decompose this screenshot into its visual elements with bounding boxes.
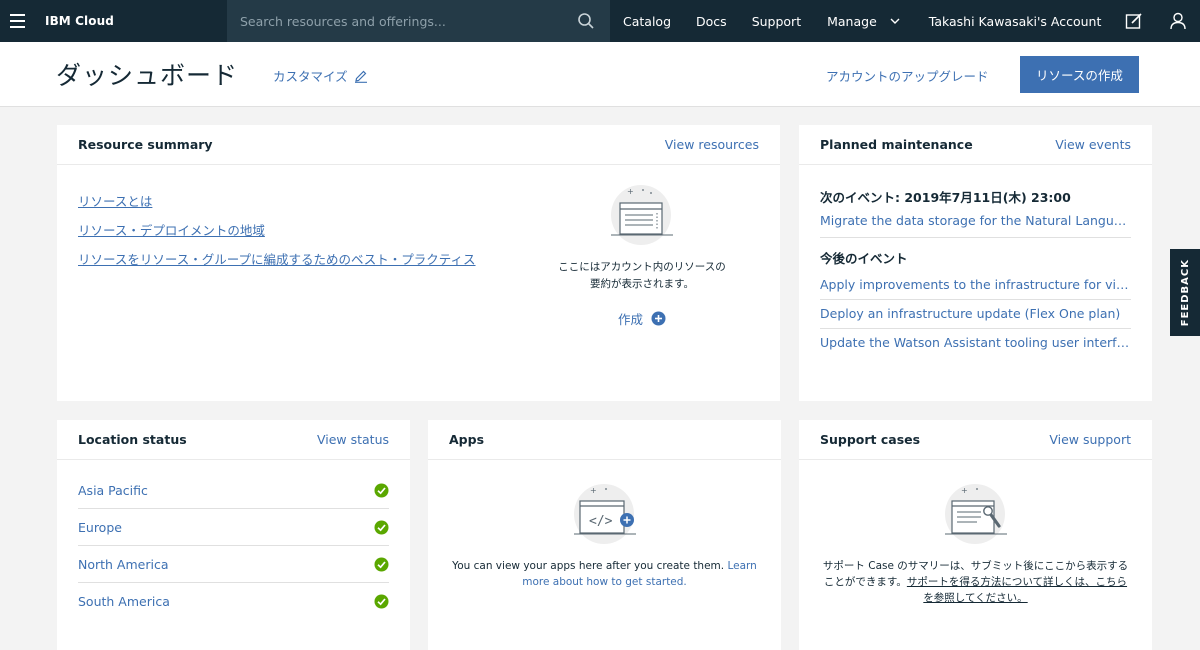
support-info-link[interactable]: サポートを得る方法について詳しくは、こちらを参照してください。	[907, 576, 1127, 604]
view-support-link[interactable]: View support	[1049, 432, 1131, 447]
apps-empty-state: </> + You can view your apps here after …	[448, 482, 761, 590]
checkmark-icon	[374, 483, 389, 497]
page-title: ダッシュボード	[56, 61, 239, 90]
nav-manage-label: Manage	[827, 13, 877, 29]
support-empty-state: + サポート Case のサマリーは、サブミット後にここから表示することができま…	[819, 482, 1132, 606]
svg-text:+: +	[590, 486, 597, 495]
next-event-item: Migrate the data storage for the Natural…	[820, 213, 1131, 238]
upcoming-events-heading: 今後のイベント	[820, 251, 908, 266]
apps-desc-text: You can view your apps here after you cr…	[452, 560, 728, 572]
location-row: South America	[78, 583, 389, 620]
location-status-card: Location status View status Asia Pacific…	[57, 420, 410, 650]
event-link[interactable]: Update the Watson Assistant tooling user…	[820, 335, 1130, 350]
checkmark-icon	[374, 520, 389, 534]
add-circle-icon	[651, 311, 666, 326]
upcoming-event-item: Deploy an infrastructure update (Flex On…	[820, 300, 1131, 329]
page-header: ダッシュボード カスタマイズ アカウントのアップグレード リソースの作成	[0, 42, 1200, 107]
location-list: Asia Pacific Europe North America South …	[57, 472, 410, 620]
resource-list-illustration-icon: +	[611, 185, 673, 245]
resource-link[interactable]: リソース・デプロイメントの地域	[78, 220, 476, 239]
resource-empty-state: + ここにはアカウント内のリソースの 要約が表示されます。 作成	[537, 183, 747, 328]
resource-link[interactable]: リソースとは	[78, 191, 476, 210]
nav-support[interactable]: Support	[752, 14, 801, 29]
resource-links: リソースとは リソース・デプロイメントの地域 リソースをリソース・グループに編成…	[78, 191, 476, 278]
view-resources-link[interactable]: View resources	[665, 137, 759, 152]
customize-link[interactable]: カスタマイズ	[273, 66, 368, 85]
nav-catalog[interactable]: Catalog	[623, 14, 671, 29]
view-events-link[interactable]: View events	[1055, 137, 1131, 152]
wrench-illustration-icon: +	[944, 484, 1007, 544]
create-link[interactable]: 作成	[618, 309, 666, 328]
user-icon[interactable]	[1168, 11, 1188, 31]
location-link[interactable]: North America	[78, 557, 169, 572]
checkmark-icon	[374, 594, 389, 609]
card-title: Apps	[449, 432, 485, 447]
svg-text:+: +	[961, 486, 968, 495]
support-description: サポート Case のサマリーは、サブミット後にここから表示することができます。…	[819, 558, 1132, 606]
checkmark-icon	[374, 557, 389, 571]
svg-text:+: +	[627, 187, 634, 196]
pencil-icon	[354, 70, 367, 83]
svg-text:</>: </>	[589, 514, 613, 529]
create-resource-button[interactable]: リソースの作成	[1020, 56, 1139, 93]
upcoming-event-item: Update the Watson Assistant tooling user…	[820, 329, 1131, 357]
top-nav: IBM Cloud Search resources and offerings…	[0, 0, 1200, 42]
chevron-down-icon	[890, 18, 900, 24]
maintenance-body: 次のイベント: 2019年7月11日(木) 23:00 Migrate the …	[799, 187, 1152, 357]
next-event-heading: 次のイベント: 2019年7月11日(木) 23:00	[820, 190, 1071, 205]
account-switcher[interactable]: Takashi Kawasaki's Account	[929, 14, 1102, 29]
nav-manage[interactable]: Manage	[827, 14, 901, 29]
customize-label: カスタマイズ	[273, 69, 348, 84]
empty-description: 要約が表示されます。	[590, 278, 694, 290]
location-row: Asia Pacific	[78, 472, 389, 509]
search-input[interactable]: Search resources and offerings...	[240, 14, 446, 29]
card-title: Location status	[78, 432, 187, 447]
planned-maintenance-card: Planned maintenance View events 次のイベント: …	[799, 125, 1152, 401]
location-row: Europe	[78, 509, 389, 546]
hamburger-menu-icon[interactable]	[2, 0, 32, 42]
search-icon[interactable]	[577, 12, 595, 30]
nav-docs[interactable]: Docs	[696, 14, 727, 29]
code-illustration-icon: </> +	[573, 484, 636, 544]
location-link[interactable]: South America	[78, 594, 170, 609]
apps-description: You can view your apps here after you cr…	[448, 558, 761, 590]
card-title: Planned maintenance	[820, 137, 973, 152]
view-status-link[interactable]: View status	[317, 432, 389, 447]
event-link[interactable]: Apply improvements to the infrastructure…	[820, 277, 1130, 292]
brand-logo[interactable]: IBM Cloud	[45, 14, 227, 28]
apps-card: Apps </> + You can view your apps here a…	[428, 420, 781, 650]
card-header: Location status View status	[57, 420, 410, 460]
upgrade-account-link[interactable]: アカウントのアップグレード	[826, 66, 989, 85]
event-link[interactable]: Deploy an infrastructure update (Flex On…	[820, 306, 1130, 321]
card-header: Planned maintenance View events	[799, 125, 1152, 165]
card-title: Support cases	[820, 432, 921, 447]
card-header: Resource summary View resources	[57, 125, 780, 165]
search-bar[interactable]: Search resources and offerings...	[227, 0, 610, 42]
resource-link[interactable]: リソースをリソース・グループに編成するためのベスト・プラクティス	[78, 249, 476, 268]
location-link[interactable]: Asia Pacific	[78, 483, 148, 498]
empty-description: ここにはアカウント内のリソースの	[558, 261, 726, 273]
support-cases-card: Support cases View support + サポート Case の…	[799, 420, 1152, 650]
feedback-tab[interactable]: FEEDBACK	[1170, 249, 1200, 336]
card-header: Apps	[428, 420, 781, 460]
resource-summary-card: Resource summary View resources リソースとは リ…	[57, 125, 780, 401]
card-title: Resource summary	[78, 137, 213, 152]
card-header: Support cases View support	[799, 420, 1152, 460]
location-row: North America	[78, 546, 389, 583]
edit-icon[interactable]	[1124, 11, 1144, 31]
feedback-label: FEEDBACK	[1179, 258, 1191, 327]
location-link[interactable]: Europe	[78, 520, 122, 535]
upcoming-event-item: Apply improvements to the infrastructure…	[820, 271, 1131, 300]
event-link[interactable]: Migrate the data storage for the Natural…	[820, 213, 1130, 228]
create-label: 作成	[617, 312, 643, 327]
